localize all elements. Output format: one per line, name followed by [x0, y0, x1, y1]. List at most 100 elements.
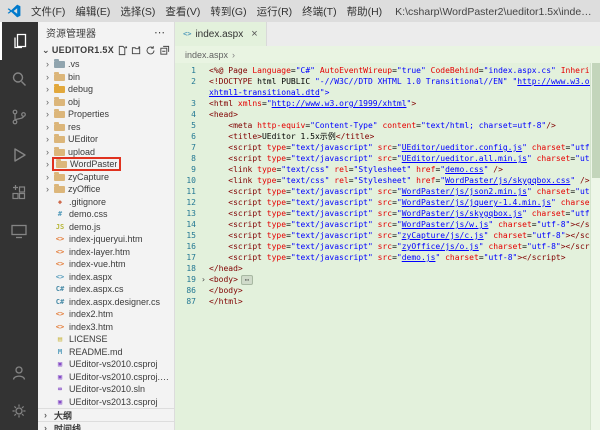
fold-gutter	[201, 109, 209, 120]
tree-folder-debug[interactable]: ›debug	[38, 83, 174, 96]
account-icon[interactable]	[0, 354, 38, 392]
new-file-icon[interactable]	[117, 45, 128, 56]
tree-file-index3.htm[interactable]: <>index3.htm	[38, 321, 174, 334]
tree-folder-WordPaster[interactable]: ›WordPaster	[38, 158, 174, 171]
code-line[interactable]: 87</html>	[175, 296, 600, 307]
outline-section[interactable]: › 大纲	[38, 408, 174, 421]
timeline-section[interactable]: › 时间线	[38, 421, 174, 430]
code-line[interactable]: 14 <script type="text/javascript" src="W…	[175, 219, 600, 230]
tree-folder-zyOffice[interactable]: ›zyOffice	[38, 183, 174, 196]
folder-icon	[54, 174, 65, 181]
tree-folder-res[interactable]: ›res	[38, 121, 174, 134]
tree-file-demo.css[interactable]: #demo.css	[38, 208, 174, 221]
code-line[interactable]: 1<%@ Page Language="C#" AutoEventWireup=…	[175, 65, 600, 76]
code-line[interactable]: 19›<body>⋯	[175, 274, 600, 285]
tree-item-label: index-vue.htm	[69, 259, 126, 269]
remote-explorer-icon[interactable]	[0, 212, 38, 250]
menu-item[interactable]: 转到(G)	[205, 2, 251, 21]
code-line[interactable]: 2<!DOCTYPE html PUBLIC "-//W3C//DTD XHTM…	[175, 76, 600, 87]
tree-file-index.aspx[interactable]: <>index.aspx	[38, 271, 174, 284]
close-icon[interactable]: ×	[251, 28, 257, 40]
run-debug-icon[interactable]	[0, 136, 38, 174]
tree-file-index.aspx.designer.cs[interactable]: C#index.aspx.designer.cs	[38, 296, 174, 309]
tree-file-index-vue.htm[interactable]: <>index-vue.htm	[38, 258, 174, 271]
tree-folder-upload[interactable]: ›upload	[38, 146, 174, 159]
fold-chevron-icon[interactable]: ›	[201, 274, 209, 285]
file-icon: C#	[54, 285, 66, 293]
fold-gutter	[201, 252, 209, 263]
tree-file-UEditor-vs2010.csproj.user[interactable]: ▣UEditor-vs2010.csproj.user	[38, 371, 174, 384]
code-line[interactable]: 4<head>	[175, 109, 600, 120]
breadcrumb-file[interactable]: index.aspx	[185, 50, 228, 60]
chevron-right-icon: ›	[46, 109, 54, 119]
tree-folder-UEditor[interactable]: ›UEditor	[38, 133, 174, 146]
file-icon: <>	[54, 260, 66, 268]
source-control-icon[interactable]	[0, 98, 38, 136]
folded-region-placeholder[interactable]: ⋯	[241, 275, 253, 285]
code-line[interactable]: 16 <script type="text/javascript" src="z…	[175, 241, 600, 252]
tree-file-index-layer.htm[interactable]: <>index-layer.htm	[38, 246, 174, 259]
code-line[interactable]: 86</body>	[175, 285, 600, 296]
vertical-scrollbar[interactable]	[590, 63, 600, 430]
tree-file-index2.htm[interactable]: <>index2.htm	[38, 308, 174, 321]
tree-file-LICENSE[interactable]: ▤LICENSE	[38, 333, 174, 346]
new-folder-icon[interactable]	[131, 45, 142, 56]
code-line[interactable]: xhtml1-transitional.dtd">	[175, 87, 600, 98]
scrollbar-thumb[interactable]	[592, 63, 600, 178]
tree-file-README.md[interactable]: MREADME.md	[38, 346, 174, 359]
code-line[interactable]: 10 <link type="text/css" rel="Stylesheet…	[175, 175, 600, 186]
collapse-all-icon[interactable]	[159, 45, 170, 56]
tab-bar: <> index.aspx ×	[175, 22, 600, 46]
chevron-right-icon: ›	[46, 172, 54, 182]
tree-file-UEditor-vs2010.sln[interactable]: ∞UEditor-vs2010.sln	[38, 383, 174, 396]
menu-item[interactable]: 文件(F)	[26, 2, 70, 21]
settings-gear-icon[interactable]	[0, 392, 38, 430]
menu-item[interactable]: 编辑(E)	[70, 2, 115, 21]
folder-icon	[54, 86, 65, 93]
menu-item[interactable]: 终端(T)	[297, 2, 341, 21]
code-editor[interactable]: 1<%@ Page Language="C#" AutoEventWireup=…	[175, 63, 600, 430]
tree-item-label: index2.htm	[69, 309, 113, 319]
code-line[interactable]: 8 <script type="text/javascript" src="UE…	[175, 153, 600, 164]
code-line[interactable]: 5 <meta http-equiv="Content-Type" conten…	[175, 120, 600, 131]
code-line[interactable]: 17 <script type="text/javascript" src="d…	[175, 252, 600, 263]
aspx-file-icon: <>	[183, 30, 191, 38]
breadcrumb[interactable]: index.aspx ›	[175, 46, 600, 63]
refresh-icon[interactable]	[145, 45, 156, 56]
code-line[interactable]: 15 <script type="text/javascript" src="z…	[175, 230, 600, 241]
tree-item-label: index.aspx	[69, 272, 112, 282]
line-number: 9	[175, 164, 201, 175]
tree-folder-obj[interactable]: ›obj	[38, 96, 174, 109]
code-line[interactable]: 3<html xmlns="http://www.w3.org/1999/xht…	[175, 98, 600, 109]
extensions-icon[interactable]	[0, 174, 38, 212]
tree-file-UEditor-vs2010.csproj[interactable]: ▣UEditor-vs2010.csproj	[38, 358, 174, 371]
code-line[interactable]: 12 <script type="text/javascript" src="W…	[175, 197, 600, 208]
tree-file-.gitignore[interactable]: ◆.gitignore	[38, 196, 174, 209]
code-line[interactable]: 18</head>	[175, 263, 600, 274]
code-line[interactable]: 9 <link type="text/css" rel="Stylesheet"…	[175, 164, 600, 175]
tab-index-aspx[interactable]: <> index.aspx ×	[175, 22, 267, 46]
code-line[interactable]: 13 <script type="text/javascript" src="W…	[175, 208, 600, 219]
menu-item[interactable]: 帮助(H)	[342, 2, 388, 21]
code-line[interactable]: 6 <title>UEditor 1.5x示例</title>	[175, 131, 600, 142]
project-section-header[interactable]: ⌄ UEDITOR1.5X	[38, 42, 174, 58]
code-line[interactable]: 7 <script type="text/javascript" src="UE…	[175, 142, 600, 153]
search-icon[interactable]	[0, 60, 38, 98]
tree-file-demo.js[interactable]: JSdemo.js	[38, 221, 174, 234]
tree-folder-Properties[interactable]: ›Properties	[38, 108, 174, 121]
tree-file-index.aspx.cs[interactable]: C#index.aspx.cs	[38, 283, 174, 296]
tree-folder-.vs[interactable]: ›.vs	[38, 58, 174, 71]
menu-item[interactable]: 运行(R)	[252, 2, 298, 21]
tree-file-index-jqueryui.htm[interactable]: <>index-jqueryui.htm	[38, 233, 174, 246]
more-actions-icon[interactable]: ⋯	[154, 26, 166, 39]
menu-item[interactable]: 查看(V)	[160, 2, 205, 21]
menu-item[interactable]: 选择(S)	[115, 2, 160, 21]
file-icon: ◆	[54, 198, 66, 206]
code-line[interactable]: 11 <script type="text/javascript" src="W…	[175, 186, 600, 197]
tree-folder-zyCapture[interactable]: ›zyCapture	[38, 171, 174, 184]
tree-folder-bin[interactable]: ›bin	[38, 71, 174, 84]
tree-item-label: demo.css	[69, 209, 108, 219]
explorer-header-label: 资源管理器	[46, 25, 96, 40]
explorer-icon[interactable]	[0, 22, 38, 60]
tree-file-UEditor-vs2013.csproj[interactable]: ▣UEditor-vs2013.csproj	[38, 396, 174, 409]
